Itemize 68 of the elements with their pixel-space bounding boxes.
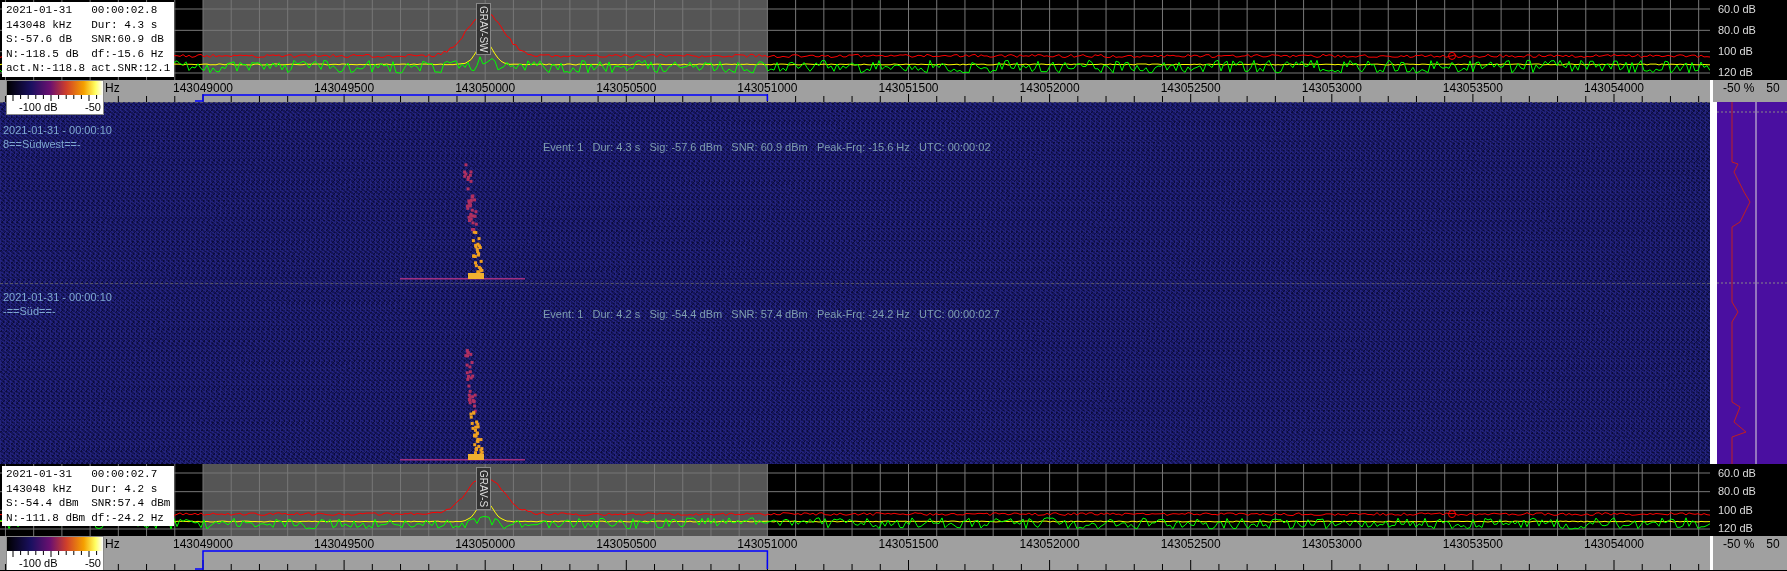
info-text: 143048 kHz <box>6 17 73 32</box>
frequency-label: 143052500 <box>1160 537 1221 551</box>
frequency-label: 143052500 <box>1160 81 1221 95</box>
info-text: Dur: 4.3 s <box>91 17 159 32</box>
info-text: S:-57.6 dB <box>6 32 73 47</box>
frequency-label: 143050500 <box>596 537 657 551</box>
frequency-label: 143051000 <box>737 537 798 551</box>
scale-label: Hz <box>105 537 120 551</box>
frequency-label: 143052000 <box>1019 537 1080 551</box>
frequency-label: 143054000 <box>1583 537 1645 551</box>
frequency-label: 143052000 <box>1019 81 1080 95</box>
frequency-label: 143049500 <box>314 81 375 95</box>
frequency-label: 143053500 <box>1442 537 1503 551</box>
frequency-label: 143053000 <box>1301 81 1362 95</box>
scale-label: Hz <box>105 81 120 95</box>
frequency-label: 143053000 <box>1301 537 1362 551</box>
percent-label: 50 <box>1766 537 1780 553</box>
legend-label: -100 dB <box>19 101 58 113</box>
info-text: 143048 kHz <box>6 481 73 496</box>
station-name: -==Süd==- <box>3 304 57 318</box>
info-text: 00:00:02.7 <box>91 467 159 482</box>
frequency-label: 143054000 <box>1583 81 1645 95</box>
db-axis-label: 60.0 dB <box>1718 467 1757 480</box>
info-text: SNR:60.9 dB <box>91 32 165 47</box>
frequency-label: 143049000 <box>172 81 234 95</box>
frequency-label: 143049000 <box>172 537 234 551</box>
frequency-label: 143051000 <box>737 81 798 95</box>
db-axis-label: 80.0 dB <box>1718 24 1757 37</box>
frequency-label: 143050000 <box>455 537 516 551</box>
info-text: Dur: 4.2 s <box>91 481 159 496</box>
info-text: SNR:57.4 dBm <box>91 496 171 511</box>
marker-circle-icon <box>1448 51 1456 60</box>
info-text: 2021-01-31 <box>6 467 73 482</box>
percent-label: 50 <box>1766 81 1780 97</box>
marker-label: GRAV-S <box>476 467 491 511</box>
info-text: N:-111.8 dBm <box>6 510 86 525</box>
frequency-label: 143050000 <box>455 81 516 95</box>
marker-label: GRAV-SW <box>476 3 491 56</box>
info-text: act.N:-118.8 <box>6 61 86 76</box>
db-axis-label: 100 dB <box>1718 45 1754 58</box>
frequency-label: 143050500 <box>596 81 657 95</box>
db-axis-label: 120 dB <box>1718 66 1754 79</box>
frequency-label: 143051500 <box>878 537 939 551</box>
db-axis-label: 120 dB <box>1718 522 1754 535</box>
legend-label: -100 dB <box>19 557 58 569</box>
event-timestamp: 2021-01-31 - 00:00:10 <box>3 123 113 137</box>
frequency-label: 143053500 <box>1442 81 1503 95</box>
info-text: df:-15.6 Hz <box>91 46 165 61</box>
marker-circle-icon <box>1448 510 1456 519</box>
station-name: 8==Südwest==- <box>3 137 82 151</box>
db-axis-label: 60.0 dB <box>1718 3 1757 16</box>
db-axis-label: 100 dB <box>1718 503 1754 517</box>
percent-label: -50 % <box>1723 81 1755 97</box>
db-axis-label: 80.0 dB <box>1718 485 1757 499</box>
info-text: act.SNR:12.1 <box>91 61 171 76</box>
event-timestamp: 2021-01-31 - 00:00:10 <box>3 290 113 304</box>
info-text: S:-54.4 dBm <box>6 496 80 511</box>
event-summary: Event: 1 Dur: 4.2 s Sig: -54.4 dBm SNR: 57.4 dBm Peak-Frq: -24.2 Hz UTC: 00:00:02.7 <box>543 308 1000 320</box>
event-summary: Event: 1 Dur: 4.3 s Sig: -57.6 dBm SNR: 60.9 dBm Peak-Frq: -15.6 Hz UTC: 00:00:02 <box>543 141 991 153</box>
frequency-label: 143051500 <box>878 81 939 95</box>
legend-label: -50 <box>85 101 101 113</box>
frequency-label: 143049500 <box>314 537 375 551</box>
legend-label: -50 <box>85 557 101 569</box>
info-text: 00:00:02.8 <box>91 3 159 18</box>
percent-label: -50 % <box>1723 537 1755 553</box>
info-text: N:-118.5 dB <box>6 46 80 61</box>
info-text: 2021-01-31 <box>6 3 73 18</box>
info-text: df:-24.2 Hz <box>91 510 165 525</box>
